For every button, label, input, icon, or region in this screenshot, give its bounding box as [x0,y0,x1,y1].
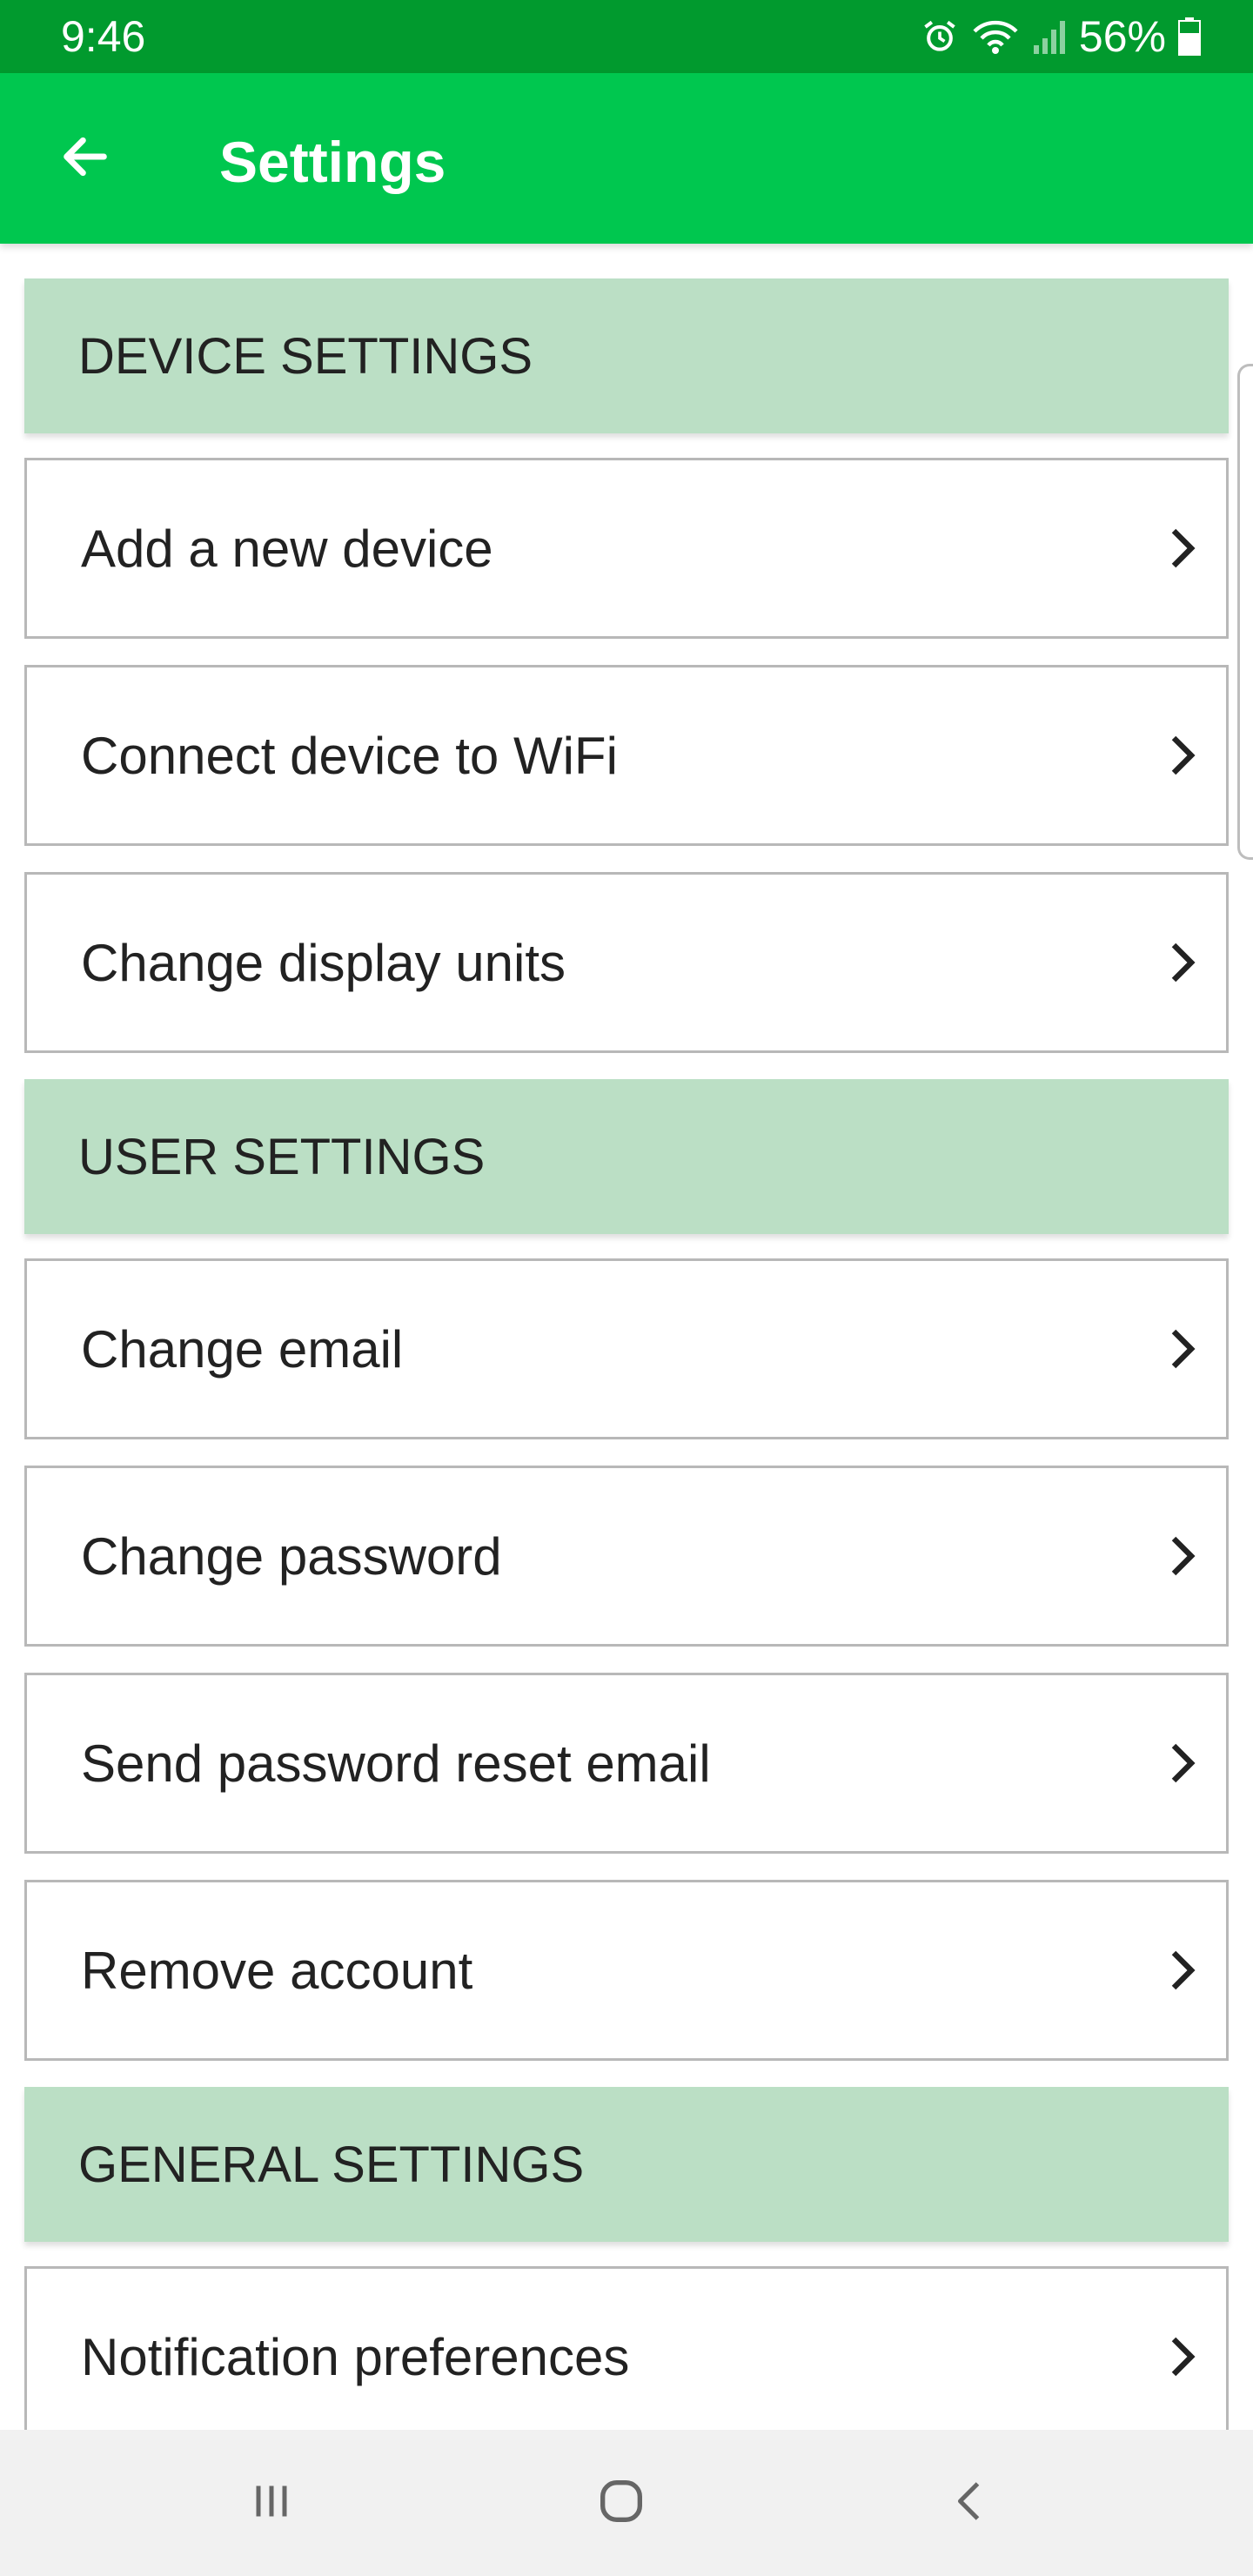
wifi-icon [971,17,1020,56]
section-header-device-settings: DEVICE SETTINGS [24,278,1229,433]
status-icons: 56% [921,9,1201,64]
list-item-add-new-device[interactable]: Add a new device [24,458,1229,639]
chevron-right-icon [1158,522,1210,574]
chevron-right-icon [1158,1737,1210,1789]
list-item-label: Notification preferences [81,2327,630,2386]
list-item-label: Change password [81,1526,502,1586]
recent-apps-icon [245,2475,298,2532]
back-button[interactable] [45,118,125,198]
section-header-general-settings: GENERAL SETTINGS [24,2087,1229,2242]
recent-apps-button[interactable] [228,2459,315,2546]
app-bar: Settings [0,73,1253,244]
list-item-send-password-reset[interactable]: Send password reset email [24,1673,1229,1854]
list-item-change-email[interactable]: Change email [24,1258,1229,1439]
settings-list: DEVICE SETTINGS Add a new device Connect… [24,278,1229,2473]
back-nav-button[interactable] [928,2459,1015,2546]
list-item-change-display-units[interactable]: Change display units [24,872,1229,1053]
signal-icon [1032,17,1067,56]
list-item-notification-preferences[interactable]: Notification preferences [24,2266,1229,2447]
list-item-change-password[interactable]: Change password [24,1466,1229,1647]
chevron-right-icon [1158,1944,1210,1996]
list-item-connect-device-wifi[interactable]: Connect device to WiFi [24,665,1229,846]
chevron-right-icon [1158,1530,1210,1582]
chevron-right-icon [1158,729,1210,782]
back-nav-icon [945,2475,997,2532]
list-item-label: Change email [81,1319,404,1379]
system-nav-bar [0,2430,1253,2576]
home-button[interactable] [578,2459,665,2546]
chevron-right-icon [1158,936,1210,989]
chevron-right-icon [1158,2331,1210,2383]
list-item-label: Connect device to WiFi [81,726,618,785]
status-bar: 9:46 56% [0,0,1253,73]
list-item-label: Change display units [81,933,566,992]
alarm-icon [921,17,959,56]
chevron-right-icon [1158,1323,1210,1375]
list-item-label: Add a new device [81,519,493,578]
page-title: Settings [219,130,446,194]
section-header-user-settings: USER SETTINGS [24,1079,1229,1234]
list-item-remove-account[interactable]: Remove account [24,1880,1229,2061]
list-item-label: Remove account [81,1941,473,2000]
status-time: 9:46 [61,12,146,61]
home-icon [593,2473,649,2533]
list-item-label: Send password reset email [81,1734,711,1793]
battery-percentage: 56% [1078,12,1166,61]
arrow-back-icon [57,129,113,189]
battery-icon [1178,17,1201,56]
scroll-indicator [1237,364,1253,860]
